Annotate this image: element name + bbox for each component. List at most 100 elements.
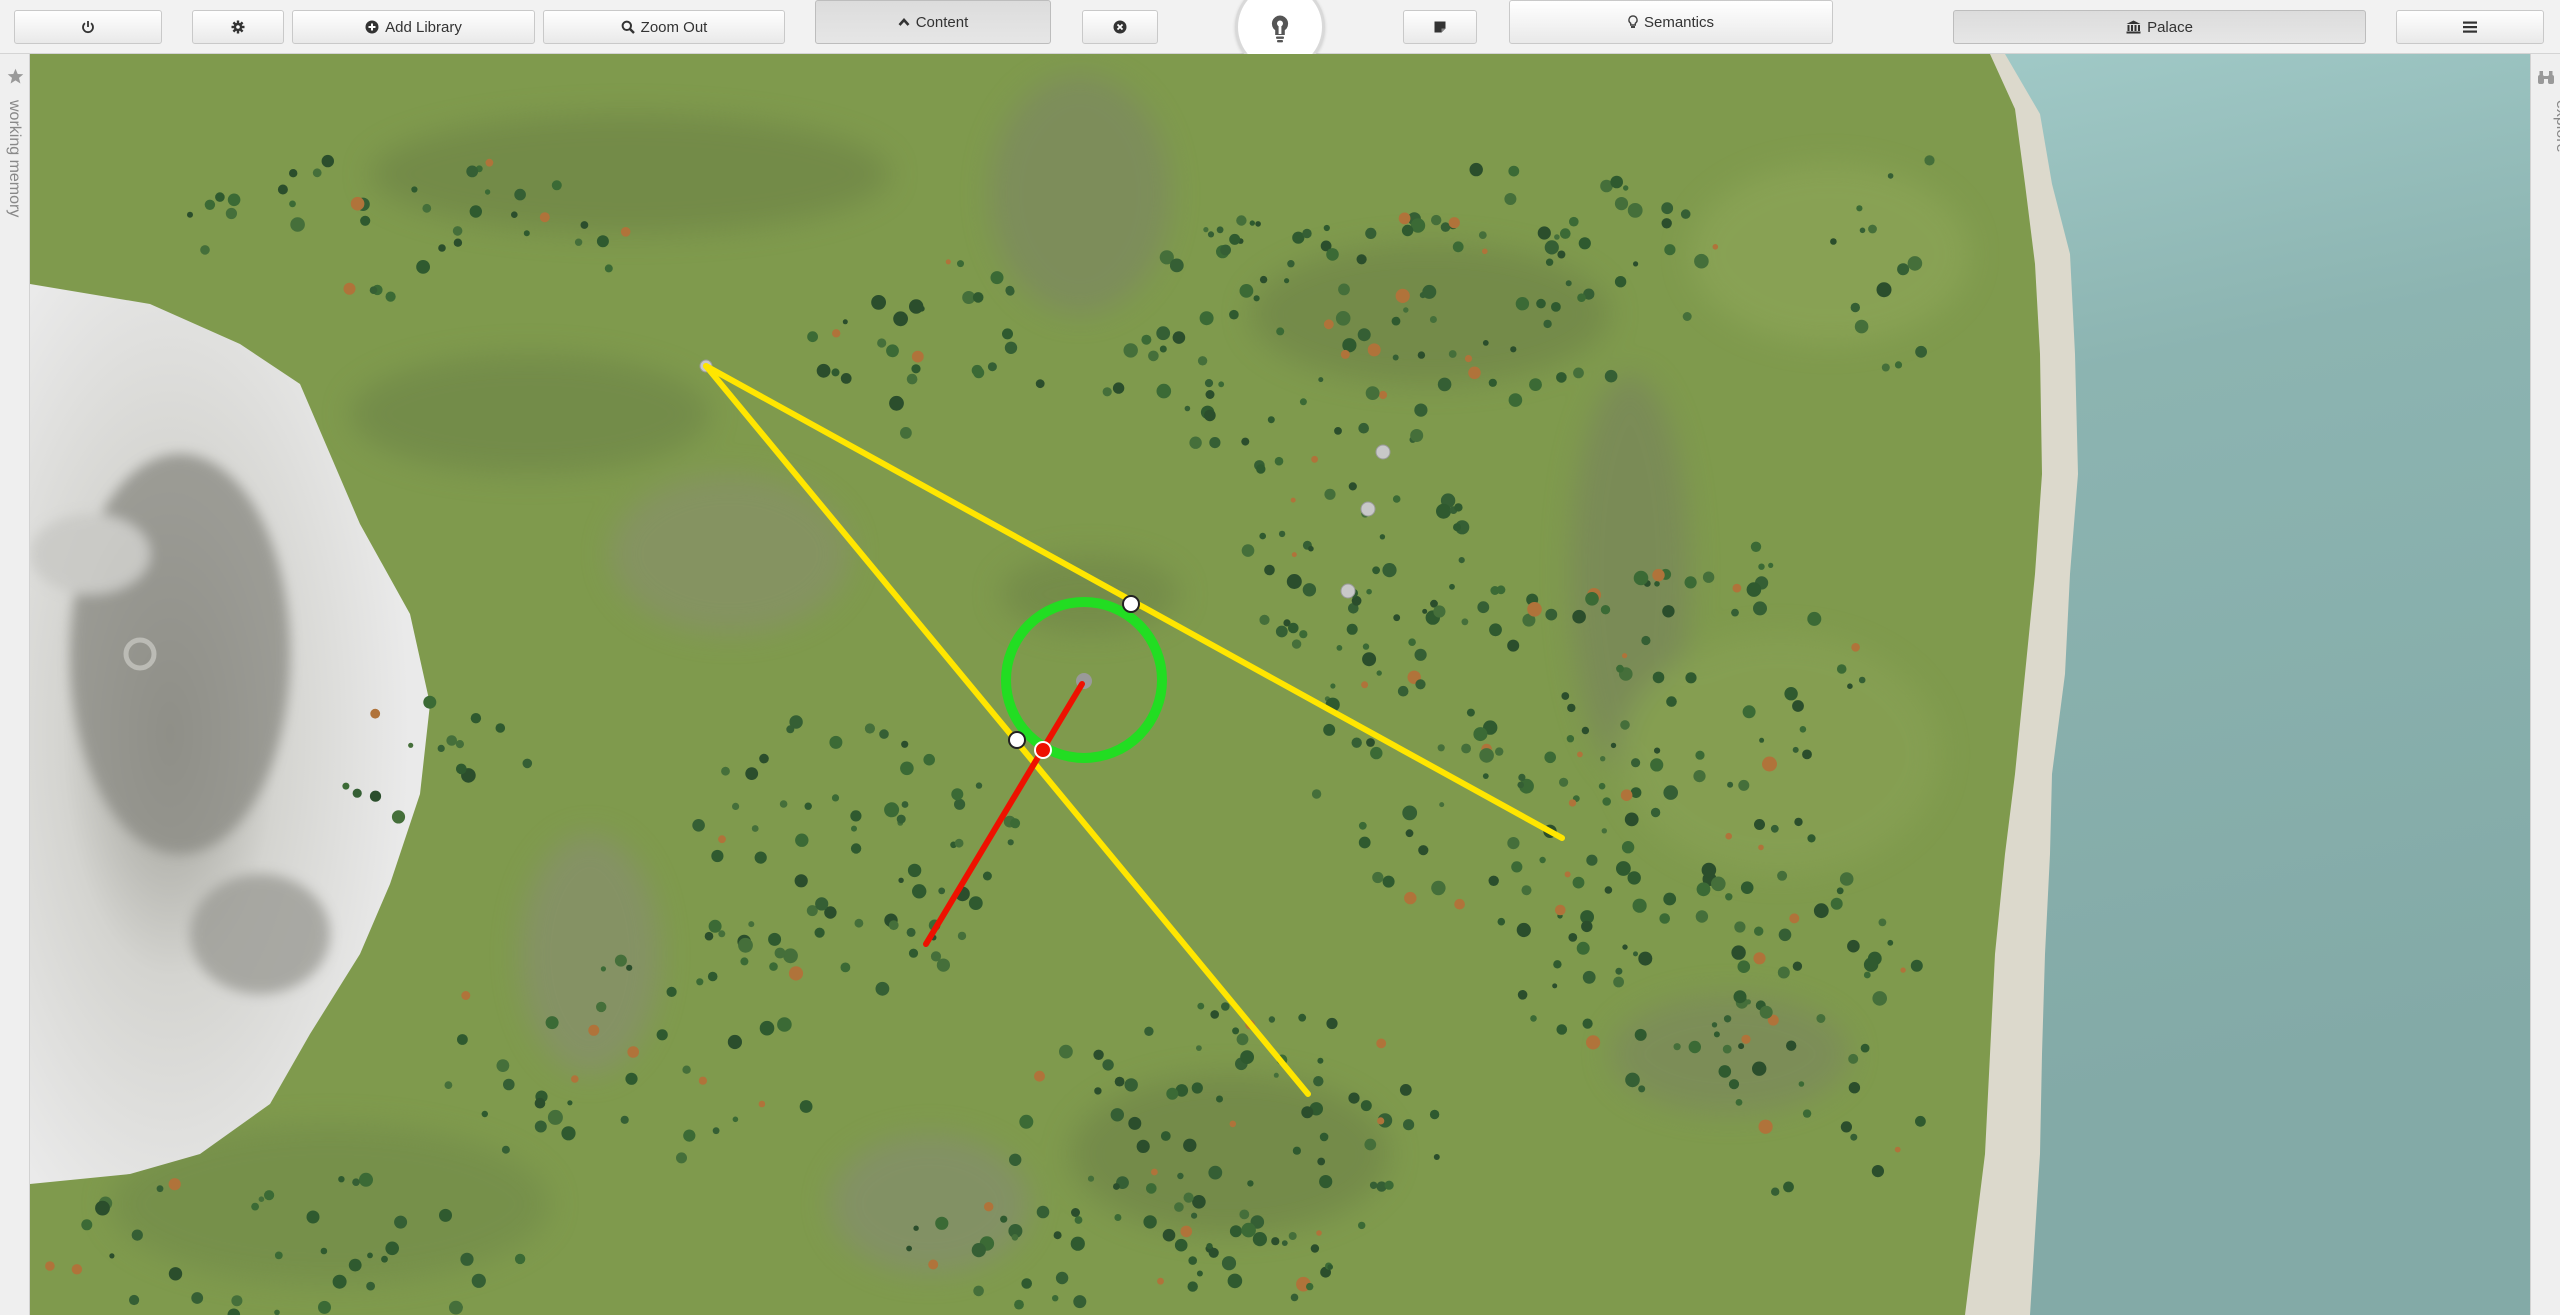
- close-content-button[interactable]: [1082, 10, 1158, 44]
- tree: [1615, 967, 1623, 975]
- tree: [1087, 1175, 1095, 1182]
- tree: [1860, 1043, 1870, 1053]
- tree: [804, 802, 812, 810]
- direction-handle[interactable]: [1034, 741, 1052, 759]
- tree: [274, 1251, 283, 1260]
- tree: [187, 211, 193, 218]
- content-button[interactable]: Content: [815, 0, 1051, 44]
- tree: [1220, 244, 1231, 256]
- tree: [452, 226, 463, 236]
- working-memory-panel[interactable]: working memory: [0, 54, 30, 1315]
- tree: [1229, 233, 1241, 245]
- tree: [1830, 897, 1843, 910]
- tree: [1488, 378, 1497, 387]
- tree: [1402, 805, 1418, 821]
- tree: [1156, 326, 1171, 341]
- tree: [1746, 582, 1762, 597]
- terrain-canvas[interactable]: [30, 54, 2530, 1315]
- tree: [1071, 1208, 1080, 1217]
- tree: [1340, 349, 1350, 359]
- tree: [1146, 1183, 1157, 1194]
- tree: [1310, 1244, 1320, 1253]
- tree: [1610, 175, 1623, 189]
- tree: [1529, 378, 1542, 391]
- tree: [1433, 1154, 1440, 1160]
- tree: [422, 203, 432, 213]
- tree: [1495, 747, 1504, 756]
- tree: [1221, 1256, 1237, 1271]
- tree: [1448, 350, 1457, 358]
- tree: [1568, 933, 1578, 942]
- tree: [523, 230, 530, 237]
- tree: [1249, 220, 1256, 226]
- tree: [901, 740, 909, 748]
- menu-button[interactable]: [2396, 10, 2544, 44]
- tree: [423, 695, 437, 709]
- tree: [1227, 1273, 1243, 1289]
- tree: [1661, 202, 1674, 215]
- add-library-button[interactable]: Add Library: [292, 10, 535, 44]
- tree: [391, 810, 406, 824]
- notes-button[interactable]: [1403, 10, 1477, 44]
- palace-label: Palace: [2147, 18, 2193, 36]
- tree: [1738, 1043, 1745, 1050]
- semantics-button[interactable]: Semantics: [1509, 0, 1833, 44]
- note-icon: [1433, 20, 1447, 34]
- tree: [45, 1261, 55, 1271]
- tree: [721, 766, 730, 776]
- tree: [774, 947, 786, 959]
- tree: [815, 897, 829, 911]
- tree: [1701, 862, 1717, 878]
- tree: [1221, 1002, 1230, 1011]
- frustum-handle-left[interactable]: [1008, 731, 1026, 749]
- tree: [1680, 209, 1691, 219]
- tree: [1323, 319, 1334, 330]
- tree: [912, 884, 927, 899]
- tree: [1365, 386, 1380, 400]
- tree: [1792, 700, 1804, 712]
- tree: [370, 708, 381, 719]
- tree: [129, 1294, 140, 1306]
- tree: [1792, 961, 1803, 971]
- tree: [1508, 165, 1520, 177]
- tree: [109, 1253, 115, 1259]
- tree: [888, 920, 899, 931]
- frustum-handle-right[interactable]: [1122, 595, 1140, 613]
- tree: [1197, 1002, 1205, 1010]
- terrain-map-view[interactable]: [30, 54, 2530, 1315]
- power-icon: [81, 20, 95, 34]
- settings-button[interactable]: [192, 10, 284, 44]
- tree: [1074, 1216, 1083, 1224]
- tree: [740, 957, 749, 966]
- tree: [1433, 605, 1446, 618]
- tree: [1366, 738, 1375, 747]
- tree: [911, 350, 924, 363]
- tree: [1924, 155, 1935, 166]
- tree: [1399, 1084, 1412, 1096]
- tree: [596, 1001, 607, 1013]
- tree: [1454, 898, 1465, 910]
- tree: [1479, 748, 1494, 763]
- power-button[interactable]: [14, 10, 162, 44]
- tree: [1536, 298, 1546, 309]
- tree: [495, 723, 506, 733]
- tree: [842, 319, 848, 325]
- tree: [840, 962, 851, 973]
- binoculars-icon: [2537, 70, 2555, 90]
- palace-button[interactable]: Palace: [1953, 10, 2366, 44]
- tree: [1053, 1231, 1062, 1240]
- tree: [1204, 409, 1216, 422]
- zoom-out-button[interactable]: Zoom Out: [543, 10, 785, 44]
- tree: [1659, 913, 1670, 924]
- tree: [1728, 1079, 1740, 1090]
- tree: [534, 1097, 546, 1109]
- tree: [1545, 258, 1554, 266]
- tree: [1553, 960, 1562, 969]
- tree: [1429, 316, 1437, 323]
- tree: [1454, 503, 1463, 512]
- tree: [1662, 605, 1675, 618]
- tree: [938, 887, 946, 895]
- tree: [437, 744, 445, 753]
- tree: [551, 180, 562, 191]
- explore-panel[interactable]: explore: [2530, 54, 2560, 1315]
